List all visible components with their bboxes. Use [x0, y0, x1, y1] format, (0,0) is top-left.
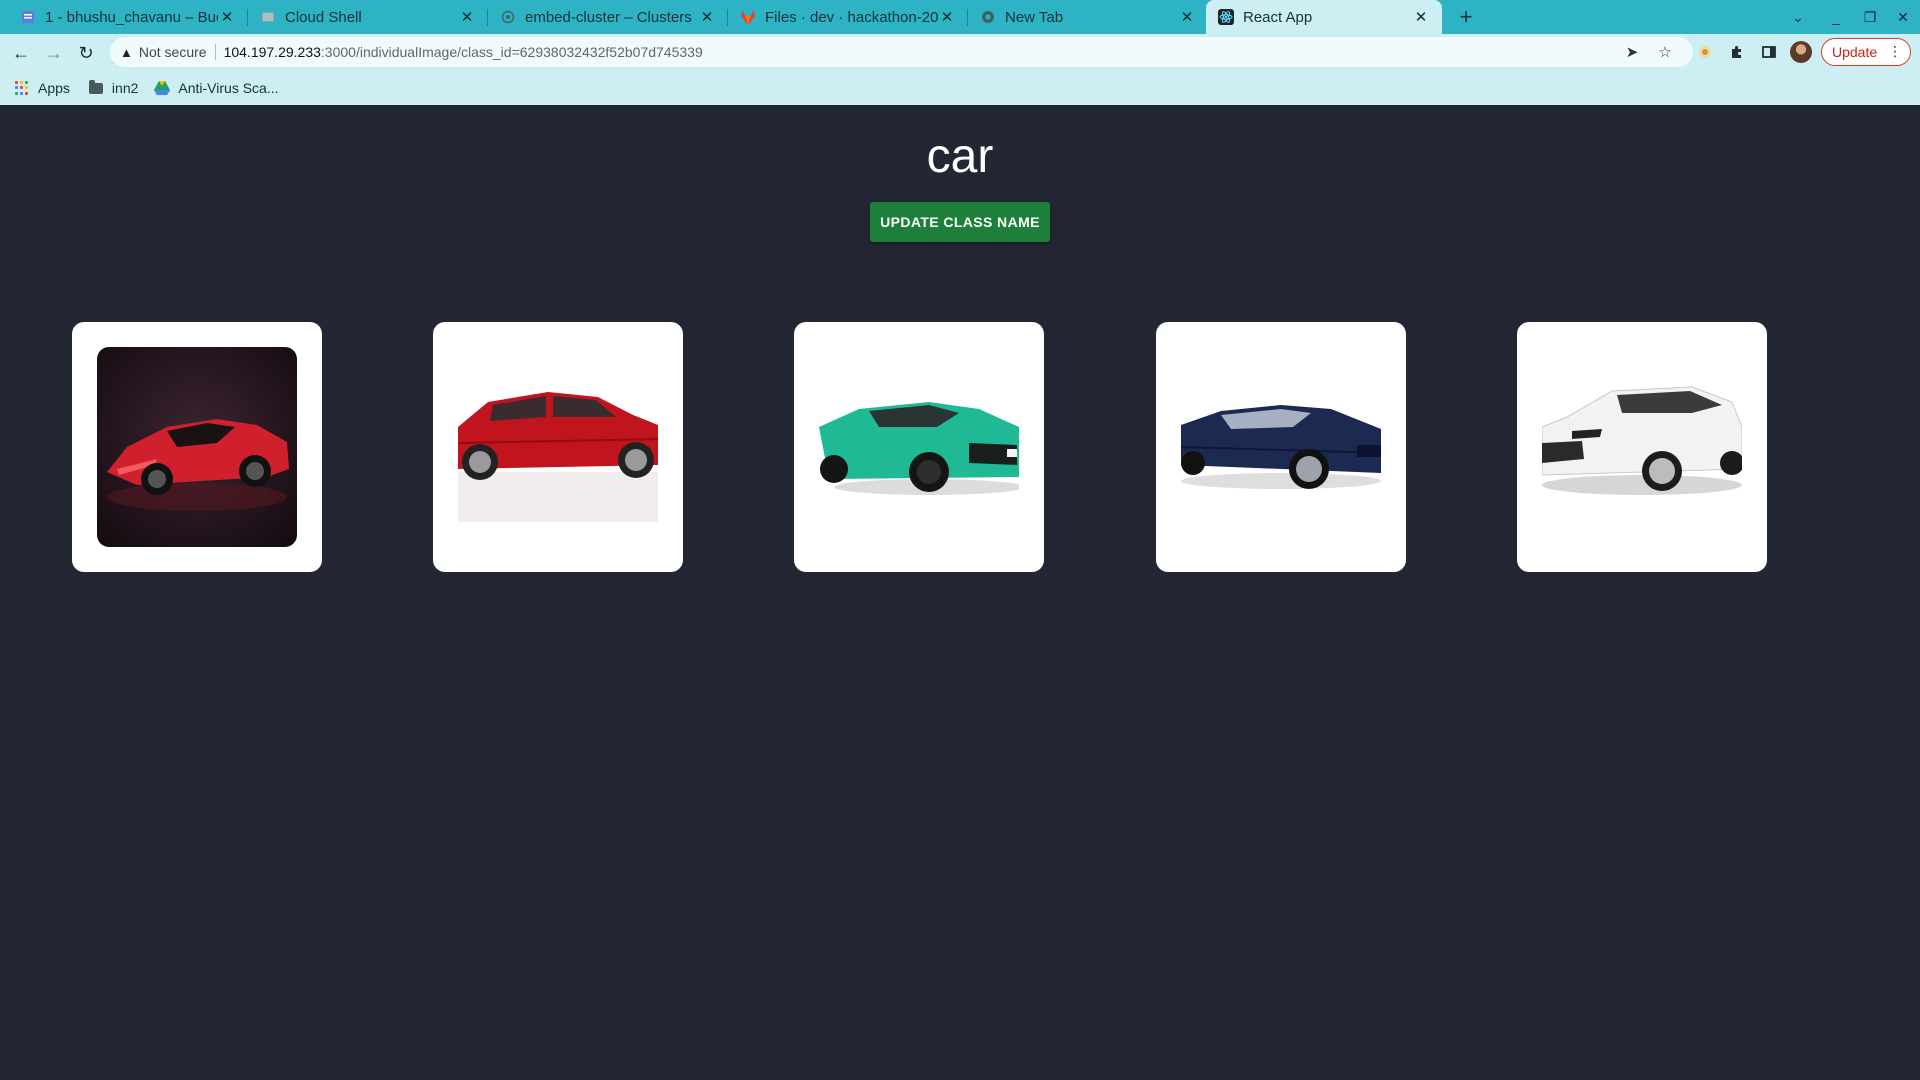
update-button[interactable]: Update ⋮ — [1821, 38, 1911, 66]
close-icon[interactable]: ✕ — [1412, 8, 1430, 26]
tab-search-icon[interactable]: ⌄ — [1781, 0, 1815, 34]
extension-icon[interactable] — [1692, 39, 1718, 65]
image-card[interactable] — [1156, 322, 1406, 572]
close-icon[interactable]: ✕ — [698, 8, 716, 26]
tab-title: New Tab — [1005, 8, 1064, 26]
url-host: 104.197.29.233 — [223, 44, 321, 60]
navy-sedan-image — [1181, 347, 1381, 547]
close-icon[interactable]: ✕ — [1178, 8, 1196, 26]
teal-coupe-image — [819, 347, 1019, 547]
cluster-icon — [500, 9, 516, 25]
restore-button[interactable]: ❐ — [1853, 0, 1887, 34]
forward-icon[interactable]: → — [40, 39, 68, 67]
close-icon[interactable]: ✕ — [938, 8, 956, 26]
tab-title: Files · dev · hackathon-20 — [765, 8, 938, 26]
white-suv-image — [1542, 347, 1742, 547]
url-path: :3000/individualImage/class_id=629380324… — [320, 44, 703, 60]
tab-title: React App — [1243, 8, 1313, 26]
tab-gitlab-files[interactable]: Files · dev · hackathon-20 ✕ — [728, 0, 968, 34]
bookmarks-bar: Apps inn2 Anti-Virus Sca... — [0, 71, 1920, 105]
apps-grid-icon — [14, 80, 30, 96]
minimize-button[interactable]: _ — [1819, 0, 1853, 34]
red-sports-car-image — [97, 347, 297, 547]
image-card[interactable] — [794, 322, 1044, 572]
image-card[interactable] — [1517, 322, 1767, 572]
tab-clusters[interactable]: embed-cluster – Clusters ✕ — [488, 0, 728, 34]
react-icon — [1218, 9, 1234, 25]
bookmark-label: inn2 — [111, 80, 139, 96]
page-title: car — [926, 130, 994, 183]
image-card[interactable] — [72, 322, 322, 572]
bookmark-label: Apps — [38, 80, 70, 96]
bookmark-antivirus[interactable]: Anti-Virus Sca... — [154, 80, 279, 96]
close-icon[interactable]: ✕ — [458, 8, 476, 26]
update-label: Update — [1832, 44, 1878, 60]
menu-icon[interactable]: ⋮ — [1888, 43, 1902, 60]
tab-react-app[interactable]: React App ✕ — [1206, 0, 1442, 34]
tab-cloud-shell[interactable]: Cloud Shell ✕ — [248, 0, 488, 34]
warning-icon[interactable]: ▲ — [120, 45, 133, 60]
bookmark-star-icon[interactable]: ☆ — [1655, 42, 1675, 62]
address-bar[interactable]: ▲ Not secure 104.197.29.233 :3000/indivi… — [110, 37, 1693, 67]
tab-title: embed-cluster – Clusters — [525, 8, 692, 26]
gitlab-icon — [740, 9, 756, 25]
tab-title: 1 - bhushu_chavanu – Buc — [45, 8, 218, 26]
close-window-button[interactable]: ✕ — [1886, 0, 1920, 34]
chrome-icon — [980, 9, 996, 25]
tab-bucket[interactable]: 1 - bhushu_chavanu – Buc ✕ — [8, 0, 248, 34]
image-card[interactable] — [433, 322, 683, 572]
update-class-name-button[interactable]: UPDATE CLASS NAME — [870, 202, 1050, 242]
tab-new-tab[interactable]: New Tab ✕ — [968, 0, 1208, 34]
tab-strip: 1 - bhushu_chavanu – Buc ✕ Cloud Shell ✕… — [0, 0, 1920, 34]
share-icon[interactable]: ➤ — [1622, 42, 1642, 62]
page-content: car UPDATE CLASS NAME — [0, 105, 1920, 1080]
drive-icon — [154, 80, 171, 96]
browser-toolbar: ← → ↻ ▲ Not secure 104.197.29.233 :3000/… — [0, 34, 1920, 71]
browser-chrome: 1 - bhushu_chavanu – Buc ✕ Cloud Shell ✕… — [0, 0, 1920, 105]
doc-icon — [20, 9, 36, 25]
divider — [214, 44, 216, 60]
cloud-shell-icon — [260, 9, 276, 25]
tab-title: Cloud Shell — [285, 8, 362, 26]
security-label[interactable]: Not secure — [139, 44, 207, 60]
profile-avatar[interactable] — [1790, 41, 1812, 63]
close-icon[interactable]: ✕ — [218, 8, 236, 26]
side-panel-icon[interactable] — [1756, 39, 1782, 65]
bookmark-apps[interactable]: Apps — [14, 80, 70, 96]
reload-icon[interactable]: ↻ — [72, 39, 100, 67]
bookmark-inn2[interactable]: inn2 — [88, 79, 139, 96]
back-icon[interactable]: ← — [7, 39, 35, 67]
bookmark-label: Anti-Virus Sca... — [178, 80, 279, 96]
folder-icon — [88, 79, 104, 96]
red-hatchback-image — [458, 347, 658, 547]
new-tab-button[interactable]: + — [1454, 4, 1478, 29]
puzzle-icon[interactable] — [1724, 39, 1750, 65]
